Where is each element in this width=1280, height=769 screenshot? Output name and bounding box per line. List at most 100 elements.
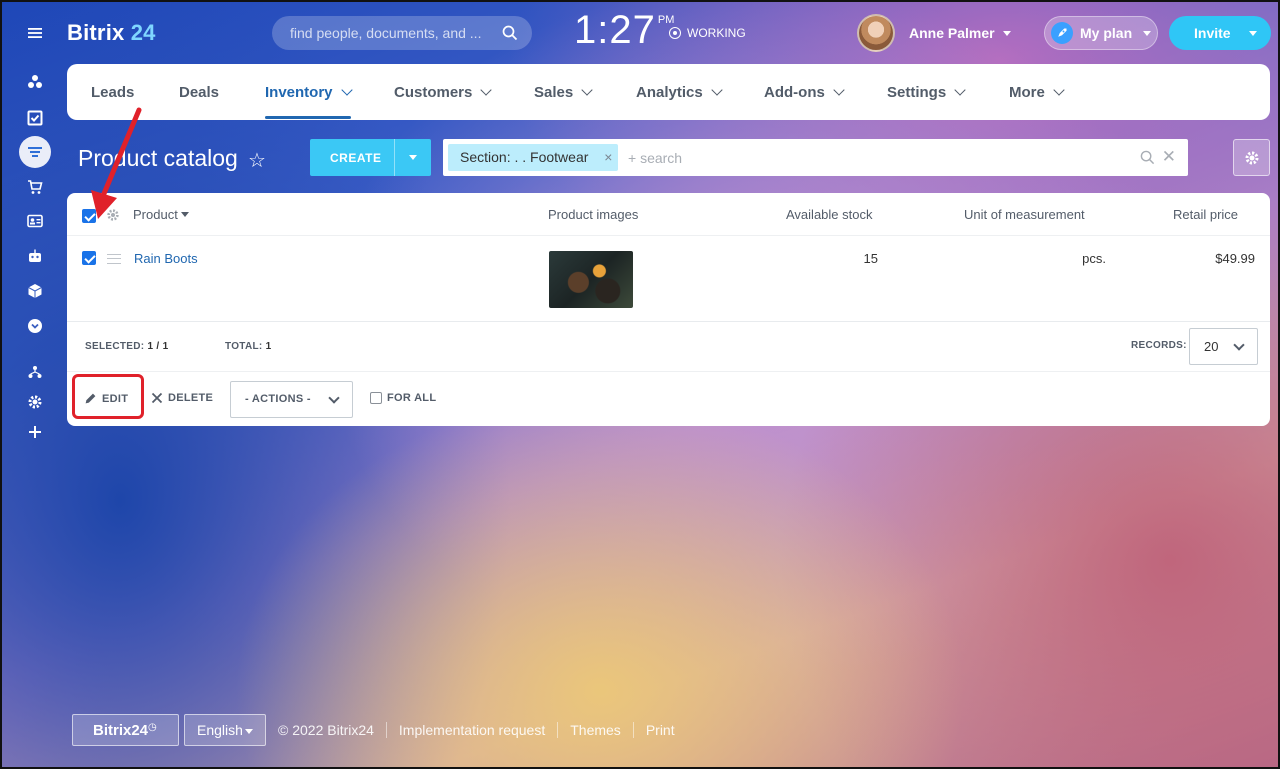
- column-header-price[interactable]: Retail price: [1173, 207, 1238, 222]
- menu-icon[interactable]: [24, 22, 46, 44]
- nav-item-customers[interactable]: Customers: [394, 83, 493, 101]
- caret-down-icon[interactable]: [1249, 31, 1257, 36]
- nav-item-analytics[interactable]: Analytics: [636, 83, 723, 101]
- feed-icon[interactable]: [24, 71, 46, 93]
- clock-ampm: PM: [657, 14, 675, 26]
- for-all-checkbox[interactable]: FOR ALL: [370, 392, 436, 404]
- nav-item-settings[interactable]: Settings: [887, 83, 966, 101]
- nav-label: Leads: [91, 84, 135, 101]
- search-icon[interactable]: [1140, 150, 1155, 165]
- language-label: English: [197, 722, 243, 738]
- selected-count: SELECTED: 1 / 1: [85, 341, 168, 352]
- nav-label: Sales: [534, 84, 574, 101]
- filter-chip[interactable]: Section: . . Footwear ×: [448, 144, 619, 171]
- divider: [557, 722, 559, 738]
- filter-search-bar[interactable]: Section: . . Footwear × + search ✕: [443, 139, 1188, 176]
- edit-label: EDIT: [102, 392, 129, 405]
- table-row[interactable]: Rain Boots 15 pcs. $49.99: [67, 236, 1270, 322]
- nav-label: More: [1009, 84, 1045, 101]
- top-nav: Leads Deals Inventory Customers Sales An…: [67, 64, 1270, 120]
- column-header-images[interactable]: Product images: [548, 207, 638, 222]
- annotation-arrow-icon: [91, 107, 142, 219]
- tasks-icon[interactable]: [24, 107, 46, 129]
- total-count: TOTAL: 1: [225, 341, 272, 352]
- delete-button[interactable]: DELETE: [151, 392, 213, 404]
- cart-icon[interactable]: [24, 176, 46, 198]
- actions-select[interactable]: - ACTIONS -: [230, 381, 353, 418]
- close-icon: [151, 392, 163, 404]
- caret-down-icon: [1143, 30, 1152, 36]
- add-icon[interactable]: [24, 421, 46, 443]
- unit-value: pcs.: [1082, 251, 1106, 266]
- create-button[interactable]: CREATE: [310, 139, 431, 176]
- nav-label: Settings: [887, 84, 947, 101]
- my-plan-button[interactable]: My plan: [1044, 16, 1158, 50]
- more-circle-icon[interactable]: [24, 315, 46, 337]
- clear-filter-icon[interactable]: ✕: [1162, 147, 1176, 167]
- themes-link[interactable]: Themes: [570, 722, 621, 738]
- crm-filter-icon[interactable]: [19, 136, 51, 168]
- clock[interactable]: 1:27 PM: [574, 8, 674, 53]
- brand-number: 24: [130, 20, 156, 45]
- grid-footer: SELECTED: 1 / 1 TOTAL: 1 RECORDS: 20: [67, 323, 1270, 372]
- records-value: 20: [1204, 339, 1219, 354]
- delete-label: DELETE: [168, 392, 214, 404]
- settings-icon[interactable]: [24, 391, 46, 413]
- checkbox-box: [370, 392, 382, 404]
- global-search-input[interactable]: find people, documents, and ...: [272, 16, 532, 50]
- filter-search-input[interactable]: + search: [628, 150, 682, 166]
- chevron-down-icon: [1233, 339, 1245, 351]
- nav-item-sales[interactable]: Sales: [534, 83, 593, 101]
- total-label: TOTAL:: [225, 341, 263, 352]
- sitemap-icon[interactable]: [24, 361, 46, 383]
- contact-card-icon[interactable]: [24, 210, 46, 232]
- records-label: RECORDS:: [1131, 340, 1187, 351]
- chip-close-icon[interactable]: ×: [604, 149, 612, 165]
- gear-icon: [1245, 151, 1258, 164]
- search-icon[interactable]: [502, 25, 518, 41]
- filter-chip-label: Section: . . Footwear: [460, 149, 589, 165]
- selected-label: SELECTED:: [85, 341, 145, 352]
- edit-button[interactable]: EDIT: [84, 392, 128, 405]
- invite-label: Invite: [1194, 25, 1231, 41]
- column-header-unit[interactable]: Unit of measurement: [964, 207, 1085, 222]
- work-status-label: WORKING: [687, 26, 746, 40]
- product-grid: Product Product images Available stock U…: [67, 193, 1270, 426]
- create-dropdown-caret-icon[interactable]: [409, 155, 417, 160]
- invite-button[interactable]: Invite: [1169, 16, 1271, 50]
- box-icon[interactable]: [24, 280, 46, 302]
- nav-item-more[interactable]: More: [1009, 83, 1065, 101]
- records-per-page-select[interactable]: 20: [1189, 328, 1258, 365]
- row-checkbox[interactable]: [82, 251, 96, 265]
- nav-item-inventory[interactable]: Inventory: [265, 83, 353, 119]
- pencil-icon: [85, 393, 96, 404]
- implementation-request-link[interactable]: Implementation request: [399, 722, 545, 738]
- caret-down-icon: [1002, 30, 1011, 36]
- brand-logo[interactable]: Bitrix 24: [67, 20, 156, 46]
- user-menu[interactable]: Anne Palmer: [909, 25, 1011, 41]
- language-select[interactable]: English: [184, 714, 266, 746]
- total-value: 1: [265, 341, 272, 352]
- row-menu-icon[interactable]: [107, 254, 121, 264]
- product-name-link[interactable]: Rain Boots: [134, 251, 198, 266]
- robot-icon[interactable]: [24, 245, 46, 267]
- favorite-star-icon[interactable]: ☆: [248, 148, 266, 173]
- settings-gear-button[interactable]: [1233, 139, 1270, 176]
- chevron-down-icon: [833, 83, 845, 96]
- nav-label: Inventory: [265, 84, 333, 101]
- print-link[interactable]: Print: [646, 722, 675, 738]
- nav-item-leads[interactable]: Leads: [91, 84, 134, 101]
- chevron-down-icon: [711, 83, 723, 96]
- my-plan-label: My plan: [1080, 25, 1133, 41]
- avatar[interactable]: [857, 14, 895, 52]
- work-status[interactable]: WORKING: [669, 26, 746, 40]
- clock-time: 1:27: [574, 8, 656, 52]
- column-header-stock[interactable]: Available stock: [786, 207, 872, 222]
- nav-item-deals[interactable]: Deals: [179, 84, 219, 101]
- divider: [385, 722, 387, 738]
- product-image[interactable]: [549, 251, 633, 308]
- nav-item-addons[interactable]: Add-ons: [764, 83, 845, 101]
- caret-down-icon: [245, 729, 253, 734]
- footer-brand[interactable]: Bitrix24◷: [72, 714, 179, 746]
- chevron-down-icon: [328, 392, 340, 404]
